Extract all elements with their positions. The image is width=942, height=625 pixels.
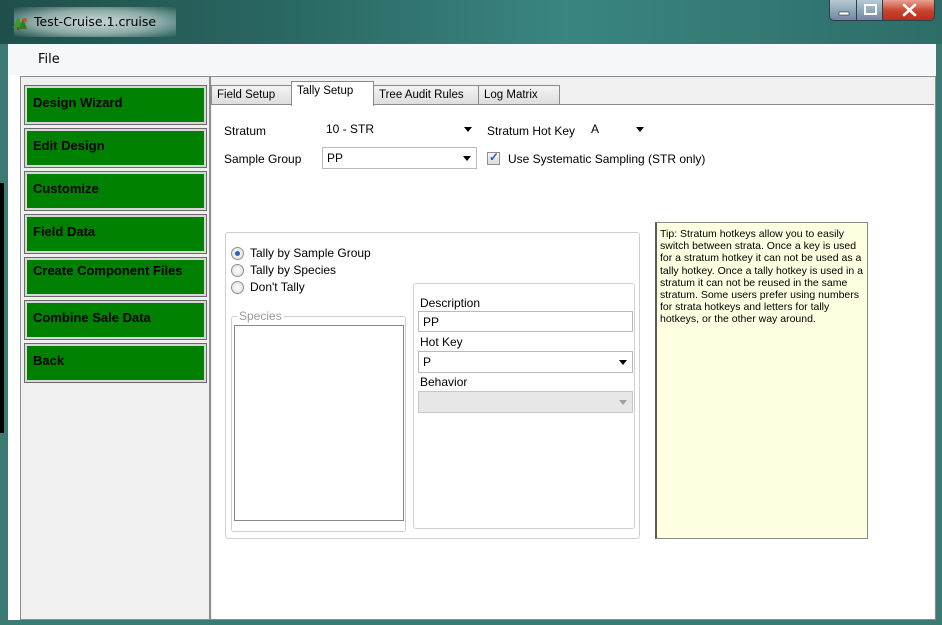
title-bar[interactable]: Test-Cruise.1.cruise	[0, 0, 942, 44]
field-data-button[interactable]: Field Data	[24, 214, 207, 254]
sample-group-select[interactable]: PP	[322, 147, 477, 169]
radio-tally-by-species[interactable]	[231, 264, 244, 277]
behavior-select[interactable]	[418, 391, 633, 413]
sidebar: Design Wizard Edit Design Customize Fiel…	[20, 76, 210, 620]
edit-design-button[interactable]: Edit Design	[24, 128, 207, 168]
species-list[interactable]	[234, 325, 404, 521]
chevron-down-icon	[636, 127, 644, 132]
combine-sale-data-button[interactable]: Combine Sale Data	[24, 300, 207, 340]
species-legend: Species	[237, 309, 284, 323]
tally-options-group: Tally by Sample Group Tally by Species D…	[225, 232, 640, 539]
app-window: Test-Cruise.1.cruise File Design Wizard	[0, 0, 942, 625]
description-field[interactable]: PP	[418, 311, 633, 332]
behavior-label: Behavior	[420, 375, 468, 389]
tally-setup-page: Stratum 10 - STR Stratum Hot Key A Sampl…	[212, 104, 934, 619]
menu-bar: File	[8, 44, 936, 75]
minimize-icon	[838, 11, 850, 16]
tip-box: Tip: Stratum hotkeys allow you to easily…	[655, 222, 868, 539]
close-icon	[902, 3, 917, 17]
description-label: Description	[420, 296, 481, 310]
minimize-button[interactable]	[829, 0, 857, 21]
tally-by-sample-group-label: Tally by Sample Group	[250, 246, 371, 260]
tab-tally-setup[interactable]: Tally Setup	[291, 81, 374, 106]
hotkey-select[interactable]: P	[418, 351, 633, 373]
sample-group-value: PP	[327, 151, 344, 165]
chevron-down-icon	[619, 360, 627, 365]
back-button[interactable]: Back	[24, 343, 207, 383]
radio-tally-by-sample-group[interactable]	[231, 247, 244, 260]
tab-strip: Field Setup Tally Setup Tree Audit Rules…	[211, 81, 931, 106]
hotkey-label: Hot Key	[420, 335, 463, 349]
radio-dont-tally[interactable]	[231, 281, 244, 294]
species-group: Species	[231, 309, 406, 532]
tally-detail-panel: Description PP Hot Key P Behavior	[413, 283, 635, 529]
stratum-value: 10 - STR	[326, 122, 375, 136]
chevron-down-icon	[463, 156, 471, 161]
tree-app-icon	[13, 16, 27, 30]
maximize-icon	[864, 4, 877, 15]
window-title: Test-Cruise.1.cruise	[34, 14, 157, 29]
stratum-hotkey-select[interactable]: A	[587, 119, 649, 141]
chevron-down-icon	[619, 400, 627, 405]
menu-file[interactable]: File	[38, 52, 60, 67]
description-value: PP	[423, 315, 440, 329]
radio-selected-dot	[235, 251, 240, 256]
systematic-sampling-label: Use Systematic Sampling (STR only)	[508, 152, 706, 166]
maximize-button[interactable]	[856, 0, 883, 21]
create-component-files-button[interactable]: Create Component Files	[24, 257, 207, 297]
close-button[interactable]	[882, 0, 935, 21]
systematic-sampling-checkbox[interactable]: ✓	[487, 150, 500, 165]
customize-button[interactable]: Customize	[24, 171, 207, 211]
stratum-hotkey-label: Stratum Hot Key	[487, 124, 576, 138]
tab-log-matrix[interactable]: Log Matrix	[478, 85, 560, 105]
main-panel: Field Setup Tally Setup Tree Audit Rules…	[210, 76, 936, 620]
sample-group-label: Sample Group	[224, 152, 302, 166]
chevron-down-icon	[464, 127, 472, 132]
design-wizard-button[interactable]: Design Wizard	[24, 85, 207, 125]
client-area: File Design Wizard Edit Design Customize…	[8, 44, 936, 620]
tab-field-setup[interactable]: Field Setup	[211, 85, 292, 105]
tab-tree-audit-rules[interactable]: Tree Audit Rules	[373, 85, 479, 105]
tally-by-species-label: Tally by Species	[250, 263, 337, 277]
checkmark-icon: ✓	[489, 150, 500, 164]
stratum-hotkey-value: A	[591, 122, 600, 136]
window-edge	[0, 183, 4, 433]
stratum-select[interactable]: 10 - STR	[322, 119, 477, 141]
window-title-wrap: Test-Cruise.1.cruise	[14, 7, 177, 37]
caption-buttons	[829, 0, 935, 22]
stratum-label: Stratum	[224, 124, 267, 138]
hotkey-value: P	[423, 355, 432, 369]
dont-tally-label: Don't Tally	[250, 280, 305, 294]
